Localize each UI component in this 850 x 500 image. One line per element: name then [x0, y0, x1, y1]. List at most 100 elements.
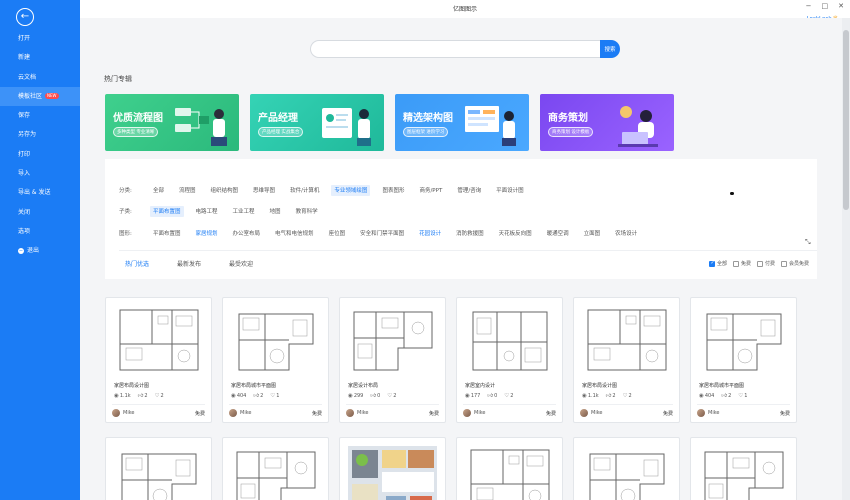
- template-card[interactable]: [339, 437, 446, 500]
- filter-chip[interactable]: 天花板反向图: [496, 228, 535, 239]
- thumbs-up-icon: 👍︎: [370, 393, 377, 399]
- author[interactable]: Mike: [346, 409, 369, 417]
- author[interactable]: Mike: [463, 409, 486, 417]
- filter-chip[interactable]: 教育科学: [293, 206, 321, 217]
- filter-row-category: 分类: 全部 流程图 组织结构图 思维导图 软件/计算机 专业领域绘图 图表图形…: [119, 184, 536, 196]
- maximize-icon[interactable]: □: [822, 2, 829, 10]
- sidebar-item-close[interactable]: 关闭: [0, 203, 80, 222]
- filter-chip[interactable]: 软件/计算机: [287, 185, 322, 196]
- filter-chip[interactable]: 办公室布局: [230, 228, 264, 239]
- template-card[interactable]: [222, 437, 329, 500]
- sidebar-item-label: 选项: [18, 227, 31, 235]
- eye-icon: ◉: [582, 393, 587, 399]
- filter-chip[interactable]: 暖通空调: [544, 228, 572, 239]
- template-card[interactable]: 家居布局城市平面图 ◉ 404 👍︎ 2 ♡ 1 Mike 免费: [222, 297, 329, 423]
- template-thumbnail: [346, 444, 439, 500]
- banner-subtitle: 产品经理 实战集合: [258, 127, 304, 137]
- sidebar-item-export-send[interactable]: 导出 & 发送: [0, 183, 80, 202]
- filter-chip[interactable]: 立面图: [581, 228, 604, 239]
- sidebar-item-save[interactable]: 保存: [0, 106, 80, 125]
- favs-count: 2: [628, 393, 632, 399]
- filter-chip[interactable]: 消防救援图: [453, 228, 487, 239]
- template-card[interactable]: [105, 437, 212, 500]
- sidebar-item-print[interactable]: 打印: [0, 145, 80, 164]
- checkbox-paid[interactable]: 付费: [756, 260, 775, 267]
- template-card[interactable]: 家居设计布局 ◉ 299 👍︎ 0 ♡ 2 Mike 免费: [339, 297, 446, 423]
- filter-chip[interactable]: 电路工程: [193, 206, 221, 217]
- checkbox-member-free[interactable]: 会员免费: [780, 260, 809, 267]
- likes-stat: 👍︎ 0: [370, 393, 380, 399]
- filter-chip[interactable]: 管理/咨询: [454, 185, 484, 196]
- template-card[interactable]: 家居布局城市平面图 ◉ 404 👍︎ 2 ♡ 1 Mike 免费: [690, 297, 797, 423]
- banner-architecture[interactable]: 精选架构图 图层框架 进阶学习: [395, 94, 529, 151]
- views-count: 1.1k: [119, 393, 131, 399]
- filter-chip[interactable]: 思维导图: [250, 185, 278, 196]
- filter-chip[interactable]: 平面布置图: [150, 228, 184, 239]
- template-title: 家居布局城市平面图: [699, 383, 745, 389]
- filter-chip-selected[interactable]: 专业领域绘图: [331, 184, 371, 196]
- filter-chip[interactable]: 农场设计: [612, 228, 640, 239]
- expand-icon[interactable]: ⤡: [805, 238, 811, 247]
- banner-flowchart[interactable]: 优质流程图 多种类型 专业清晰: [105, 94, 239, 151]
- search-input[interactable]: [310, 40, 600, 58]
- likes-stat: 👍︎ 2: [138, 393, 148, 399]
- scrollbar[interactable]: [842, 18, 850, 500]
- filter-panel: 分类: 全部 流程图 组织结构图 思维导图 软件/计算机 专业领域绘图 图表图形…: [105, 159, 817, 279]
- template-card[interactable]: 家居布局设计图 ◉ 1.1k 👍︎ 2 ♡ 2 Mike 免费: [105, 297, 212, 423]
- favs-stat: ♡ 2: [387, 393, 396, 399]
- filter-chip[interactable]: 座位图: [326, 228, 349, 239]
- template-footer: Mike 免费: [580, 408, 673, 418]
- sidebar-item-import[interactable]: 导入: [0, 164, 80, 183]
- colored-floor-plan-thumbnail: [348, 446, 437, 500]
- divider: [346, 404, 439, 405]
- checkbox-free[interactable]: 免费: [732, 260, 751, 267]
- sidebar-item-template-community[interactable]: 模板社区 NEW: [0, 86, 80, 107]
- author[interactable]: Mike: [229, 409, 252, 417]
- filter-chip-link[interactable]: 家居规划: [193, 228, 221, 239]
- template-card[interactable]: 家居布局设计图 ◉ 1.1k 👍︎ 2 ♡ 2 Mike 免费: [573, 297, 680, 423]
- scroll-thumb[interactable]: [843, 30, 849, 210]
- views-stat: ◉ 1.1k: [114, 393, 131, 399]
- sidebar-item-open[interactable]: 打开: [0, 29, 80, 48]
- filter-chip[interactable]: 地图: [267, 206, 284, 217]
- filter-chip[interactable]: 组织结构图: [208, 185, 242, 196]
- search-button[interactable]: 搜索: [600, 40, 620, 58]
- filter-chip-selected[interactable]: 平面布置图: [150, 205, 184, 217]
- minimize-icon[interactable]: −: [806, 2, 812, 10]
- filter-chip[interactable]: 电气和电信规划: [272, 228, 317, 239]
- checkbox-icon: [780, 260, 787, 267]
- back-arrow-icon[interactable]: ←: [16, 8, 34, 26]
- author[interactable]: Mike: [697, 409, 720, 417]
- filter-chip[interactable]: 安全和门禁平面图: [357, 228, 407, 239]
- avatar: [346, 409, 354, 417]
- tab-popular[interactable]: 最受欢迎: [225, 258, 257, 269]
- template-card[interactable]: [690, 437, 797, 500]
- avatar: [112, 409, 120, 417]
- author[interactable]: Mike: [112, 409, 135, 417]
- author[interactable]: Mike: [580, 409, 603, 417]
- banner-row: 优质流程图 多种类型 专业清晰 产品经理 产品经理 实战集合 精选架构图 图层框…: [105, 94, 674, 151]
- banner-business-plan[interactable]: 商务策划 商务策划 设计模板: [540, 94, 674, 151]
- banner-title: 优质流程图: [113, 113, 163, 124]
- filter-chip[interactable]: 工业工程: [230, 206, 258, 217]
- checkbox-all[interactable]: 全部: [708, 260, 727, 267]
- template-card[interactable]: [456, 437, 563, 500]
- close-icon[interactable]: ✕: [838, 2, 844, 10]
- tab-hot[interactable]: 热门优选: [121, 258, 153, 269]
- filter-chip-link[interactable]: 花园设计: [416, 228, 444, 239]
- sidebar-item-options[interactable]: 选项: [0, 222, 80, 241]
- filter-chip[interactable]: 流程图: [176, 185, 199, 196]
- sidebar-item-cloud-docs[interactable]: 云文档: [0, 68, 80, 87]
- template-card[interactable]: 家居室内设计 ◉ 177 👍︎ 0 ♡ 2 Mike 免费: [456, 297, 563, 423]
- template-card[interactable]: [573, 437, 680, 500]
- sidebar-item-save-as[interactable]: 另存为: [0, 125, 80, 144]
- filter-chip[interactable]: 商务/PPT: [416, 185, 445, 196]
- sidebar-item-new[interactable]: 新建: [0, 48, 80, 67]
- filter-chip[interactable]: 平面设计图: [493, 185, 527, 196]
- banner-product-manager[interactable]: 产品经理 产品经理 实战集合: [250, 94, 384, 151]
- tab-latest[interactable]: 最新发布: [173, 258, 205, 269]
- filter-chip[interactable]: 全部: [150, 185, 167, 196]
- sidebar-item-exit[interactable]: − 退出: [0, 241, 80, 260]
- filter-chip[interactable]: 图表图形: [379, 185, 407, 196]
- checkbox-label: 全部: [716, 261, 727, 267]
